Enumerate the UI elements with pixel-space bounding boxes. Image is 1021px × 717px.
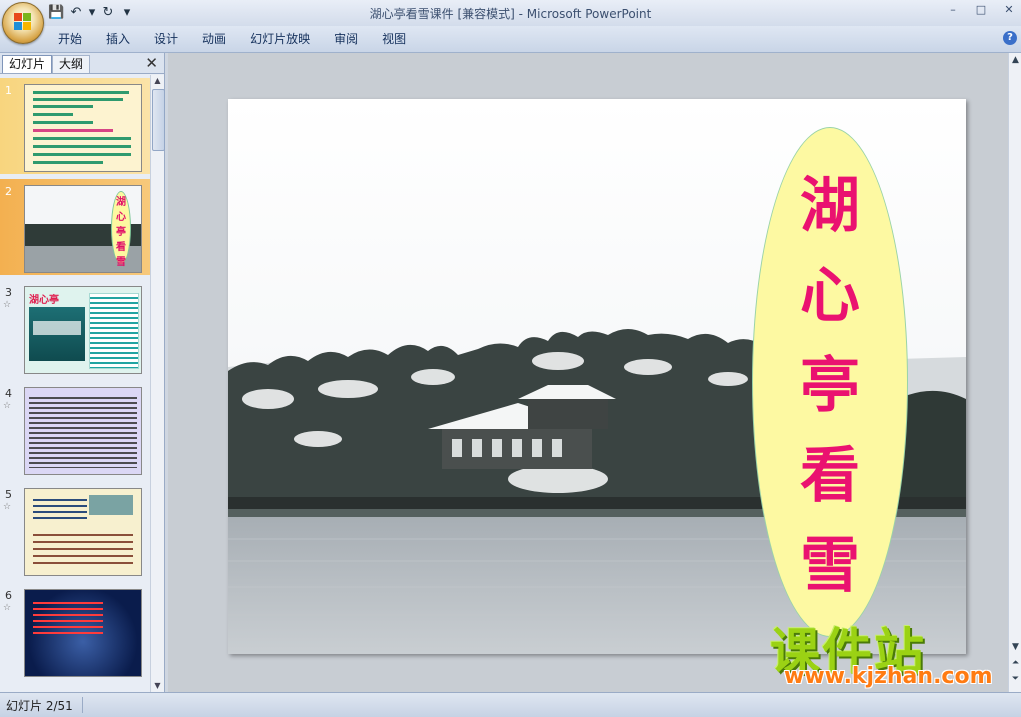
close-panel-icon[interactable]: ✕ <box>145 54 158 72</box>
title-char: 心 <box>800 261 860 331</box>
title-char: 湖 <box>800 171 860 241</box>
slide-number: 3 <box>5 286 12 299</box>
tab-design[interactable]: 设计 <box>142 26 190 52</box>
office-button[interactable] <box>2 2 44 44</box>
thumbnail-scrollbar[interactable]: ▲ ▼ <box>150 75 165 692</box>
slide-thumb-3[interactable]: 3 ☆ 湖心亭 <box>0 280 150 376</box>
slide-thumb-1[interactable]: 1 <box>0 78 150 174</box>
slide-3-preview: 湖心亭 <box>24 286 142 374</box>
title-char: 亭 <box>800 351 860 421</box>
title-oval[interactable]: 湖 心 亭 看 雪 <box>752 127 908 637</box>
slide-number: 5 <box>5 488 12 501</box>
minimize-button[interactable]: – <box>945 3 961 17</box>
window-controls: – □ ✕ <box>945 3 1017 17</box>
title-char: 看 <box>800 441 860 511</box>
current-slide[interactable]: 湖 心 亭 看 雪 <box>228 99 966 654</box>
slide-counter: 幻灯片 2/51 <box>6 699 73 713</box>
tab-view[interactable]: 视图 <box>370 26 418 52</box>
ribbon-tabs: 开始 插入 设计 动画 幻灯片放映 审阅 视图 <box>48 26 418 52</box>
scroll-up-icon[interactable]: ▲ <box>151 75 164 87</box>
slide-4-preview <box>24 387 142 475</box>
tab-slideshow[interactable]: 幻灯片放映 <box>238 26 322 52</box>
animation-star-icon: ☆ <box>3 603 12 613</box>
tab-outline[interactable]: 大纲 <box>52 55 91 73</box>
status-bar: 幻灯片 2/51 <box>0 692 1021 717</box>
title-char: 雪 <box>800 531 860 601</box>
ribbon: 开始 插入 设计 动画 幻灯片放映 审阅 视图 ? <box>0 26 1021 53</box>
tab-slides[interactable]: 幻灯片 <box>2 55 53 73</box>
slide-editor: 湖 心 亭 看 雪 <box>168 53 1008 692</box>
slide-1-preview <box>24 84 142 172</box>
scroll-up-icon[interactable]: ▲ <box>1009 55 1021 65</box>
panel-tabs: 幻灯片 大纲 ✕ <box>0 53 164 74</box>
slide-2-title-oval: 湖 心 亭 看 雪 <box>111 191 131 268</box>
editor-scrollbar[interactable]: ▲ ▼ ⏶ ⏷ <box>1008 53 1021 692</box>
slide-thumb-5[interactable]: 5 ☆ <box>0 482 150 578</box>
slide-number: 2 <box>5 185 12 198</box>
watermark-url: www.kjzhan.com <box>784 664 993 689</box>
close-button[interactable]: ✕ <box>1001 3 1017 17</box>
scroll-down-icon[interactable]: ▼ <box>1009 642 1021 652</box>
animation-star-icon: ☆ <box>3 401 12 411</box>
slides-panel: 幻灯片 大纲 ✕ 1 2 湖 心 亭 看 雪 3 ☆ 湖心亭 4 ☆ 5 ☆ 6… <box>0 53 165 692</box>
scrollbar-thumb[interactable] <box>152 89 165 151</box>
slide-2-preview: 湖 心 亭 看 雪 <box>24 185 142 273</box>
maximize-button[interactable]: □ <box>973 3 989 17</box>
slide-number: 1 <box>5 84 12 97</box>
status-divider <box>82 697 83 713</box>
tab-insert[interactable]: 插入 <box>94 26 142 52</box>
previous-slide-icon[interactable]: ⏶ <box>1009 658 1021 668</box>
slide-6-preview <box>24 589 142 677</box>
kjzhan-watermark: 课件站 www.kjzhan.com <box>770 612 1010 692</box>
tab-home[interactable]: 开始 <box>48 26 94 52</box>
slide-thumbnails: 1 2 湖 心 亭 看 雪 3 ☆ 湖心亭 4 ☆ 5 ☆ 6 ☆ <box>0 75 150 692</box>
slide-thumb-6[interactable]: 6 ☆ <box>0 583 150 679</box>
animation-star-icon: ☆ <box>3 300 12 310</box>
title-bar: 💾 ↶ ▾ ↻ ▾ 湖心亭看雪课件 [兼容模式] - Microsoft Pow… <box>0 0 1021 44</box>
office-logo-icon <box>14 13 32 31</box>
slide-5-preview <box>24 488 142 576</box>
slide-number: 4 <box>5 387 12 400</box>
tab-review[interactable]: 审阅 <box>322 26 370 52</box>
tab-animation[interactable]: 动画 <box>190 26 238 52</box>
animation-star-icon: ☆ <box>3 502 12 512</box>
window-title: 湖心亭看雪课件 [兼容模式] - Microsoft PowerPoint <box>369 7 652 21</box>
help-icon[interactable]: ? <box>1003 31 1017 45</box>
slide-thumb-4[interactable]: 4 ☆ <box>0 381 150 477</box>
scroll-down-icon[interactable]: ▼ <box>151 680 164 692</box>
next-slide-icon[interactable]: ⏷ <box>1009 674 1021 684</box>
slide-thumb-2[interactable]: 2 湖 心 亭 看 雪 <box>0 179 150 275</box>
slide-number: 6 <box>5 589 12 602</box>
